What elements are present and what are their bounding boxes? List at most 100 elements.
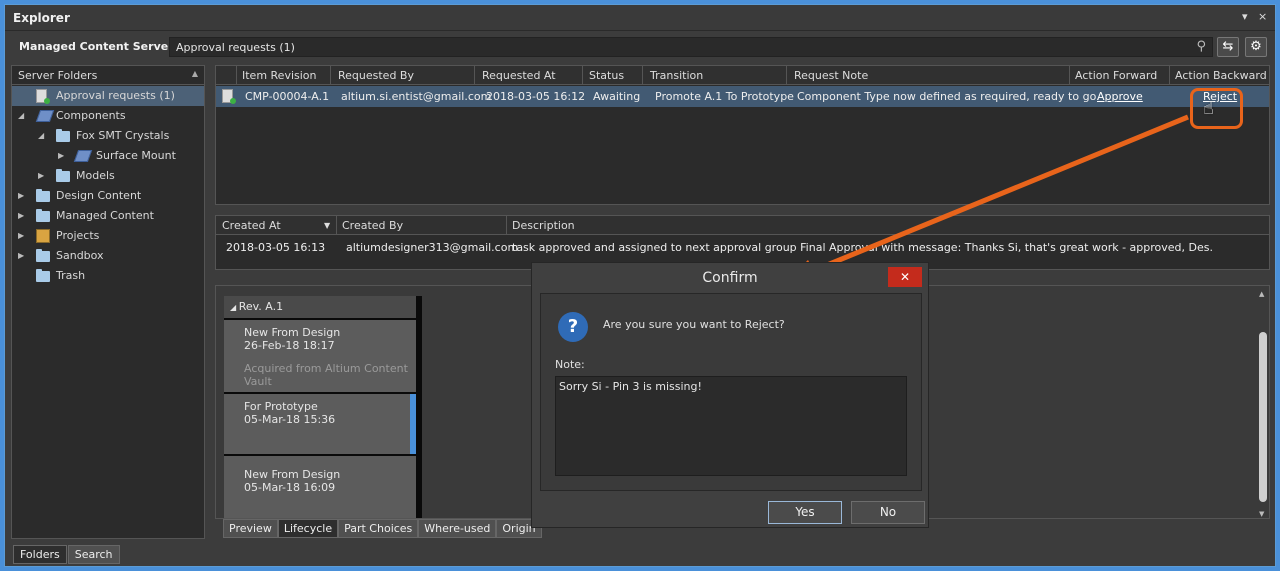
tree-item-approval-requests[interactable]: Approval requests (1) [12, 86, 204, 106]
col-created-by[interactable]: Created By [342, 219, 403, 232]
tree-item-sandbox[interactable]: ▶ Sandbox [12, 246, 204, 266]
settings-button[interactable]: ⚙ [1245, 37, 1267, 57]
column-divider [506, 216, 507, 235]
approval-requests-grid: Item Revision Requested By Requested At … [215, 65, 1270, 205]
server-folders-header: Server Folders ▲ [12, 66, 204, 85]
server-name: Managed Content Server [19, 40, 174, 53]
folder-icon [36, 189, 50, 202]
tree-item-label: Design Content [56, 189, 142, 202]
folder-icon [36, 249, 50, 262]
server-selector[interactable]: Managed Content Server▼ [19, 40, 183, 53]
approve-link[interactable]: Approve [1097, 90, 1143, 103]
sort-asc-icon: ▲ [191, 69, 198, 78]
tree-item-label: Projects [56, 229, 100, 242]
cell-transition: Promote A.1 To Prototype [655, 90, 794, 103]
no-button[interactable]: No [851, 501, 925, 524]
close-icon[interactable]: ✕ [888, 267, 922, 287]
lifecycle-entry[interactable]: New From Design 05-Mar-18 16:09 [224, 456, 416, 518]
tab-where-used[interactable]: Where-used [418, 519, 497, 538]
tree-item-managed-content[interactable]: ▶ Managed Content [12, 206, 204, 226]
folder-icon [36, 269, 50, 282]
sidebar-tabs: Folders Search [13, 545, 121, 564]
collapse-arrow-icon[interactable]: ▶ [18, 186, 24, 206]
search-icon[interactable]: ⚲ [1196, 39, 1206, 54]
col-action-forward[interactable]: Action Forward [1075, 69, 1157, 82]
lifecycle-entry[interactable]: For Prototype 05-Mar-18 15:36 [224, 394, 416, 454]
tree-item-models[interactable]: ▶ Models [12, 166, 204, 186]
dialog-message: Are you sure you want to Reject? [603, 318, 785, 331]
detail-tabs: Preview Lifecycle Part Choices Where-used Or… [223, 519, 542, 538]
approval-doc-icon [222, 89, 236, 104]
explorer-toolbar: Managed Content Server▼ Approval request… [5, 32, 1275, 61]
tree-item-design-content[interactable]: ▶ Design Content [12, 186, 204, 206]
col-item-revision[interactable]: Item Revision [242, 69, 317, 82]
col-created-at[interactable]: Created At [222, 219, 281, 232]
entry-date: Vault [244, 375, 272, 388]
folder-icon [36, 209, 50, 222]
collapse-arrow-icon[interactable]: ▶ [18, 246, 24, 266]
tree-item-label: Trash [56, 269, 86, 282]
column-divider [1169, 66, 1170, 85]
col-description[interactable]: Description [512, 219, 575, 232]
tab-part-choices[interactable]: Part Choices [338, 519, 419, 538]
collapse-arrow-icon[interactable]: ▶ [38, 166, 44, 186]
sort-desc-icon: ▼ [324, 221, 331, 230]
cell-description: task approved and assigned to next appro… [512, 241, 1213, 254]
lifecycle-entry[interactable]: New From Design 26-Feb-18 18:17 Acquired… [224, 320, 416, 392]
cell-item-revision: CMP-00004-A.1 [245, 90, 330, 103]
tab-search[interactable]: Search [67, 545, 120, 564]
tree-item-surface-mount[interactable]: ▶ Surface Mount [12, 146, 204, 166]
column-divider [236, 66, 237, 85]
refresh-button[interactable]: ⇆ [1217, 37, 1239, 57]
expand-arrow-icon[interactable]: ◢ [38, 126, 44, 146]
folder-icon [56, 129, 70, 142]
path-field[interactable]: Approval requests (1) ⚲ [169, 37, 1213, 57]
col-request-note[interactable]: Request Note [794, 69, 868, 82]
tree-item-trash[interactable]: Trash [12, 266, 204, 286]
panel-title: Explorer [13, 11, 70, 25]
tab-lifecycle[interactable]: Lifecycle [277, 519, 339, 538]
tree-item-projects[interactable]: ▶ Projects [12, 226, 204, 246]
note-textarea[interactable]: Sorry Si - Pin 3 is missing! [555, 376, 907, 476]
path-text: Approval requests (1) [176, 41, 295, 54]
server-folders-tree: Server Folders ▲ Approval requests (1) ◢ … [11, 65, 205, 539]
rev-header[interactable]: ◢ Rev. A.1 [224, 296, 416, 318]
tree-item-label: Components [56, 109, 126, 122]
tree-item-label: Approval requests (1) [56, 89, 175, 102]
vertical-scrollbar[interactable]: ▲ ▼ [1259, 290, 1267, 518]
scroll-thumb[interactable] [1259, 332, 1267, 502]
col-transition[interactable]: Transition [650, 69, 703, 82]
collapse-arrow-icon[interactable]: ▶ [18, 206, 24, 226]
column-divider [786, 66, 787, 85]
cell-created-at: 2018-03-05 16:13 [226, 241, 326, 254]
cell-created-by: altiumdesigner313@gmail.com [346, 241, 519, 254]
close-panel-icon[interactable]: × [1258, 10, 1267, 23]
tree-item-fox-smt-crystals[interactable]: ◢ Fox SMT Crystals [12, 126, 204, 146]
pin-menu-icon[interactable]: ▾ [1242, 10, 1248, 23]
expand-arrow-icon[interactable]: ◢ [18, 106, 24, 126]
history-header: Created At ▼ Created By Description [216, 216, 1269, 235]
collapse-arrow-icon[interactable]: ▶ [58, 146, 64, 166]
entry-title: New From Design [244, 468, 341, 481]
confirm-dialog: Confirm ✕ ? Are you sure you want to Rej… [531, 262, 929, 528]
tab-preview[interactable]: Preview [223, 519, 278, 538]
scroll-up-icon[interactable]: ▲ [1259, 290, 1264, 298]
tree-item-components[interactable]: ◢ Components [12, 106, 204, 126]
column-divider [330, 66, 331, 85]
column-divider [474, 66, 475, 85]
reject-highlight-callout [1190, 88, 1243, 129]
tab-folders[interactable]: Folders [13, 545, 67, 564]
col-action-backward[interactable]: Action Backward [1175, 69, 1267, 82]
component-icon [35, 110, 55, 122]
col-requested-by[interactable]: Requested By [338, 69, 414, 82]
scroll-down-icon[interactable]: ▼ [1259, 510, 1264, 518]
col-status[interactable]: Status [589, 69, 624, 82]
panel-titlebar: Explorer ▾ × [5, 5, 1275, 31]
collapse-arrow-icon[interactable]: ▶ [18, 226, 24, 246]
table-row[interactable]: CMP-00004-A.1 altium.si.entist@gmail.com… [216, 86, 1269, 107]
col-requested-at[interactable]: Requested At [482, 69, 556, 82]
project-icon [36, 229, 50, 243]
column-divider [582, 66, 583, 85]
yes-button[interactable]: Yes [768, 501, 842, 524]
tree-item-label: Surface Mount [96, 149, 176, 162]
